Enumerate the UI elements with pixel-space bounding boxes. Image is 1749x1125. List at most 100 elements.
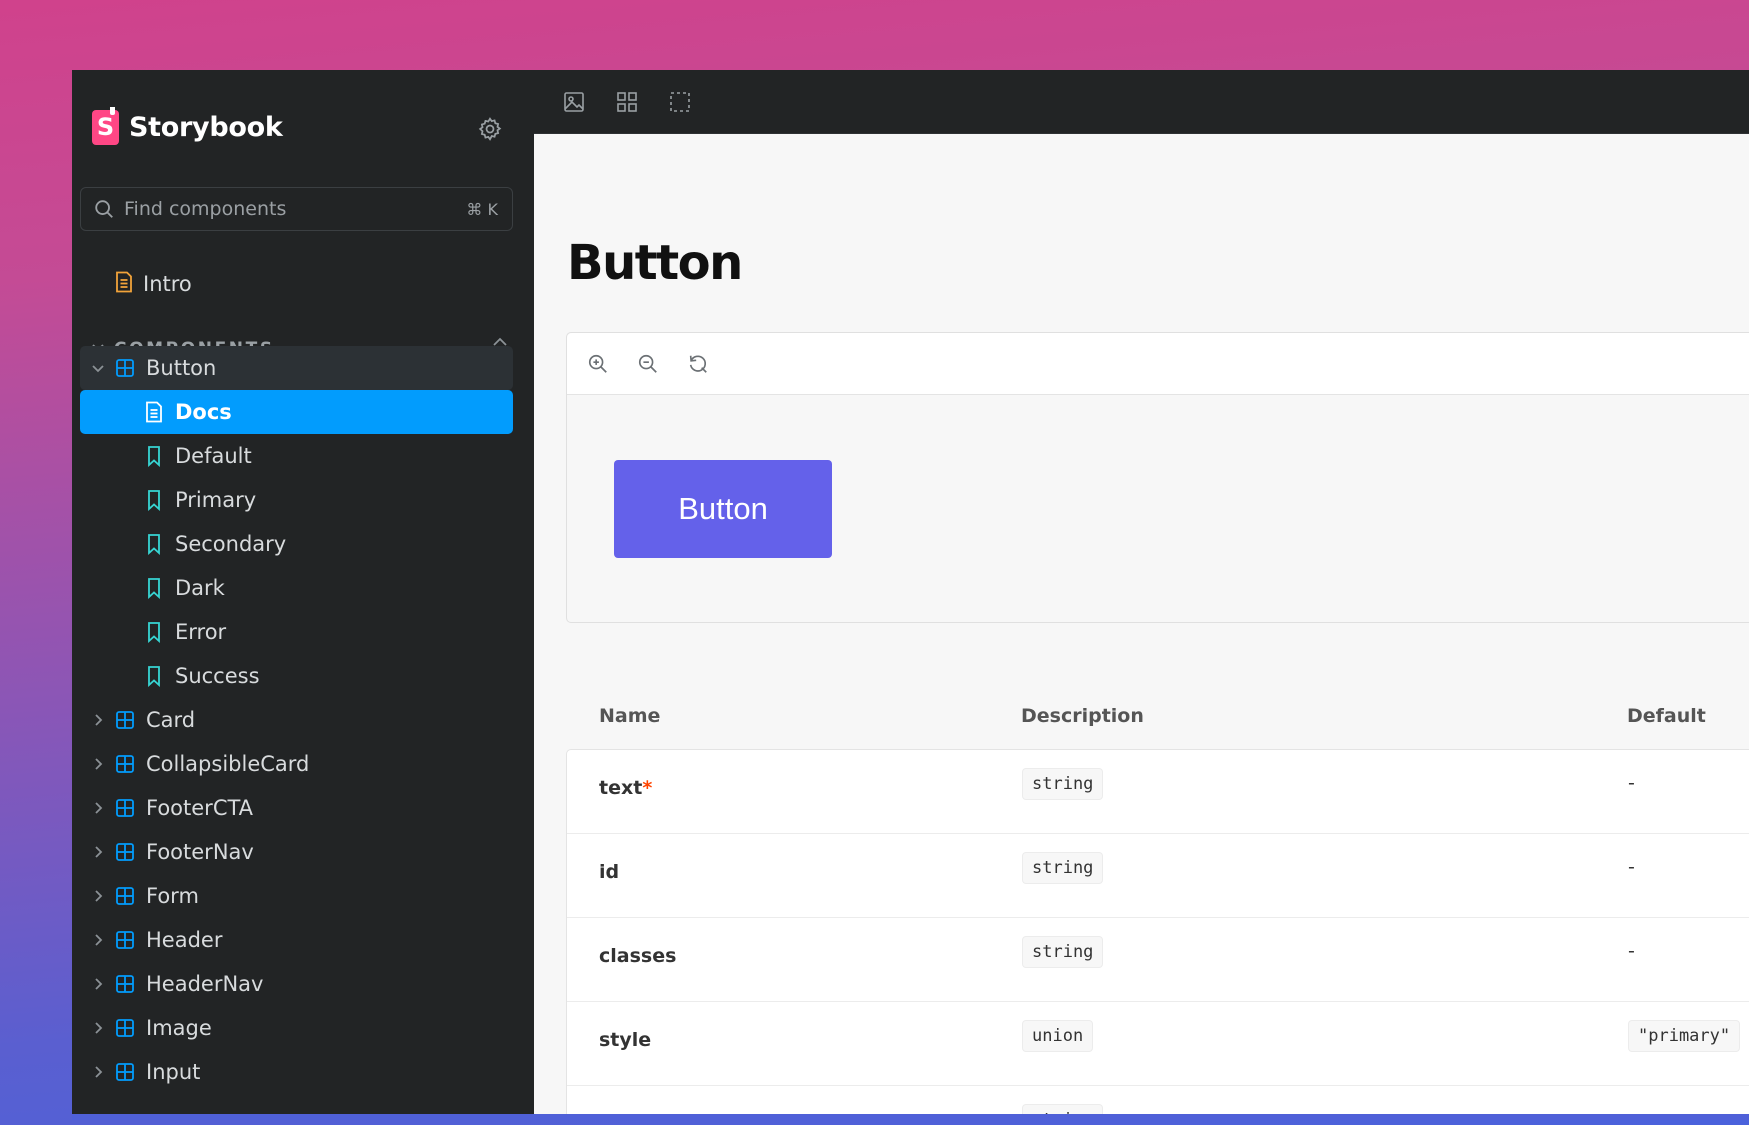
chevron-right-icon bbox=[90, 756, 106, 772]
sidebar-item-label: Form bbox=[146, 884, 199, 908]
chevron-right-icon bbox=[90, 844, 106, 860]
sidebar-item-label: Intro bbox=[143, 272, 192, 296]
prop-default: - bbox=[1628, 772, 1635, 794]
sidebar-story-default[interactable]: Default bbox=[80, 434, 513, 478]
storybook-window: S Storybook Find components ⌘ K Intro Bu… bbox=[72, 70, 1749, 1120]
bookmark-icon bbox=[144, 621, 164, 644]
component-icon bbox=[115, 754, 135, 774]
chevron-right-icon bbox=[90, 932, 106, 948]
prop-name: style bbox=[599, 1029, 651, 1051]
table-row: classes string - bbox=[567, 918, 1749, 1002]
outline-icon[interactable] bbox=[668, 90, 692, 114]
sidebar-story-error[interactable]: Error bbox=[80, 610, 513, 654]
search-input[interactable]: Find components bbox=[124, 198, 466, 220]
grid-icon[interactable] bbox=[615, 90, 639, 114]
sidebar-item-label: Default bbox=[175, 444, 252, 468]
settings-gear-icon[interactable] bbox=[477, 116, 503, 142]
sidebar-item-button[interactable]: Button bbox=[80, 346, 513, 390]
sidebar-item-label: FooterCTA bbox=[146, 796, 254, 820]
sidebar: S Storybook Find components ⌘ K Intro Bu… bbox=[72, 70, 534, 1120]
required-marker: * bbox=[642, 777, 653, 799]
zoom-out-icon[interactable] bbox=[637, 353, 659, 375]
sidebar-item-image[interactable]: Image bbox=[80, 1006, 513, 1050]
sidebar-item-label: Image bbox=[146, 1016, 212, 1040]
prop-default: - bbox=[1628, 940, 1635, 962]
sidebar-item-headernav[interactable]: HeaderNav bbox=[80, 962, 513, 1006]
sidebar-item-label: Dark bbox=[175, 576, 225, 600]
sidebar-item-card[interactable]: Card bbox=[80, 698, 513, 742]
prop-type: union bbox=[1022, 1020, 1094, 1052]
image-icon[interactable] bbox=[562, 90, 586, 114]
sidebar-item-label: Card bbox=[146, 708, 196, 732]
zoom-in-icon[interactable] bbox=[587, 353, 609, 375]
props-table: text* string - id string - classes string - style… bbox=[566, 749, 1749, 1120]
prop-type: string bbox=[1022, 936, 1104, 968]
sidebar-item-footernav[interactable]: FooterNav bbox=[80, 830, 513, 874]
table-row: text* string - bbox=[567, 750, 1749, 834]
sidebar-story-docs[interactable]: Docs bbox=[80, 390, 513, 434]
chevron-right-icon bbox=[90, 1064, 106, 1080]
component-icon bbox=[115, 1062, 135, 1082]
component-icon bbox=[115, 798, 135, 818]
canvas-toolbar bbox=[567, 333, 1749, 395]
prop-name-text: classes bbox=[599, 945, 677, 967]
sidebar-story-primary[interactable]: Primary bbox=[80, 478, 513, 522]
sidebar-item-intro[interactable]: Intro bbox=[114, 271, 192, 297]
component-icon bbox=[115, 974, 135, 994]
bookmark-icon bbox=[144, 445, 164, 468]
component-icon bbox=[115, 842, 135, 862]
reset-zoom-icon[interactable] bbox=[687, 353, 709, 375]
sidebar-item-input[interactable]: Input bbox=[80, 1050, 513, 1094]
sidebar-item-label: Primary bbox=[175, 488, 257, 512]
sidebar-item-form[interactable]: Form bbox=[80, 874, 513, 918]
prop-name: id bbox=[599, 861, 619, 883]
sidebar-item-header[interactable]: Header bbox=[80, 918, 513, 962]
sidebar-item-label: Input bbox=[146, 1060, 201, 1084]
storybook-logo-icon: S bbox=[92, 107, 119, 145]
search-shortcut: ⌘ K bbox=[466, 199, 498, 219]
sidebar-item-label: Success bbox=[175, 664, 260, 688]
sidebar-story-dark[interactable]: Dark bbox=[80, 566, 513, 610]
page-title: Button bbox=[567, 235, 743, 291]
brand[interactable]: S Storybook bbox=[92, 107, 283, 145]
bookmark-icon bbox=[144, 665, 164, 688]
bookmark-icon bbox=[144, 577, 164, 600]
prop-default: "primary" bbox=[1628, 1020, 1741, 1052]
preview-toolbar bbox=[534, 70, 1749, 134]
component-icon bbox=[115, 1018, 135, 1038]
sidebar-story-success[interactable]: Success bbox=[80, 654, 513, 698]
sidebar-item-label: HeaderNav bbox=[146, 972, 264, 996]
search-icon bbox=[93, 198, 115, 220]
search-box[interactable]: Find components ⌘ K bbox=[80, 187, 513, 231]
document-icon bbox=[144, 401, 164, 423]
demo-button[interactable]: Button bbox=[614, 460, 832, 558]
chevron-right-icon bbox=[90, 1020, 106, 1036]
chevron-down-icon bbox=[90, 360, 106, 376]
component-icon bbox=[115, 358, 135, 378]
column-header-default: Default bbox=[1627, 705, 1706, 727]
sidebar-item-footercta[interactable]: FooterCTA bbox=[80, 786, 513, 830]
brand-name: Storybook bbox=[129, 112, 283, 143]
bookmark-icon bbox=[144, 533, 164, 556]
prop-name-text: text bbox=[599, 777, 643, 799]
sidebar-item-label: Docs bbox=[175, 400, 232, 424]
column-header-description: Description bbox=[1021, 705, 1144, 727]
prop-default: - bbox=[1628, 856, 1635, 878]
sidebar-item-collapsiblecard[interactable]: CollapsibleCard bbox=[80, 742, 513, 786]
chevron-right-icon bbox=[90, 976, 106, 992]
sidebar-item-label: Secondary bbox=[175, 532, 287, 556]
component-icon bbox=[115, 710, 135, 730]
sidebar-item-label: CollapsibleCard bbox=[146, 752, 310, 776]
sidebar-item-label: Button bbox=[146, 356, 217, 380]
sidebar-item-label: Header bbox=[146, 928, 223, 952]
table-row: id string - bbox=[567, 834, 1749, 918]
bottom-edge bbox=[72, 1114, 1749, 1120]
sidebar-story-secondary[interactable]: Secondary bbox=[80, 522, 513, 566]
docs-panel: Button Button Name Description Default t… bbox=[534, 70, 1749, 1120]
bookmark-icon bbox=[144, 489, 164, 512]
sidebar-item-label: FooterNav bbox=[146, 840, 254, 864]
prop-name-text: style bbox=[599, 1029, 652, 1051]
prop-type: string bbox=[1022, 768, 1104, 800]
prop-name-text: id bbox=[599, 861, 620, 883]
chevron-right-icon bbox=[90, 888, 106, 904]
